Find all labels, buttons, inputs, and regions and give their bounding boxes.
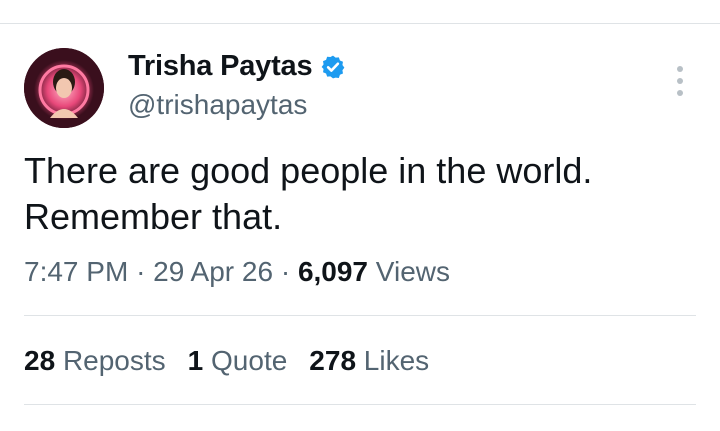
reposts-count: 28 [24, 345, 56, 376]
author-display-name[interactable]: Trisha Paytas [128, 50, 313, 83]
top-divider [0, 23, 720, 24]
tweet-text-line: Remember that. [24, 196, 283, 237]
stats-top-divider [24, 315, 696, 316]
tweet-text-line: There are good people in the world. [24, 150, 593, 191]
tweet-date[interactable]: 29 Apr 26 [153, 256, 273, 287]
quotes-link[interactable]: 1 Quote [188, 345, 288, 376]
avatar[interactable] [24, 48, 104, 128]
reposts-link[interactable]: 28 Reposts [24, 345, 166, 376]
engagement-stats: 28 Reposts 1 Quote 278 Likes [24, 345, 429, 377]
views-label[interactable]: Views [376, 256, 450, 287]
more-options-icon[interactable] [670, 66, 690, 96]
avatar-image [24, 48, 104, 128]
quote-label: Quote [211, 345, 288, 376]
more-dot [677, 66, 683, 72]
more-dot [677, 90, 683, 96]
meta-separator: · [136, 256, 146, 287]
author-handle[interactable]: @trishapaytas [128, 89, 307, 121]
likes-label: Likes [363, 345, 430, 376]
more-dot [677, 78, 683, 84]
reposts-label: Reposts [62, 345, 166, 376]
verified-badge-icon [322, 55, 345, 78]
likes-count: 278 [309, 345, 357, 376]
stats-bottom-divider [24, 404, 696, 405]
tweet-time[interactable]: 7:47 PM [24, 256, 128, 287]
tweet-meta: 7:47 PM · 29 Apr 26 · 6,097 Views [24, 256, 450, 288]
author-name-row[interactable]: Trisha Paytas [128, 50, 346, 83]
views-count[interactable]: 6,097 [298, 256, 368, 287]
quote-count: 1 [187, 345, 204, 376]
tweet-text: There are good people in the world. Reme… [24, 148, 684, 240]
meta-separator: · [280, 256, 291, 287]
likes-link[interactable]: 278 Likes [309, 345, 429, 376]
